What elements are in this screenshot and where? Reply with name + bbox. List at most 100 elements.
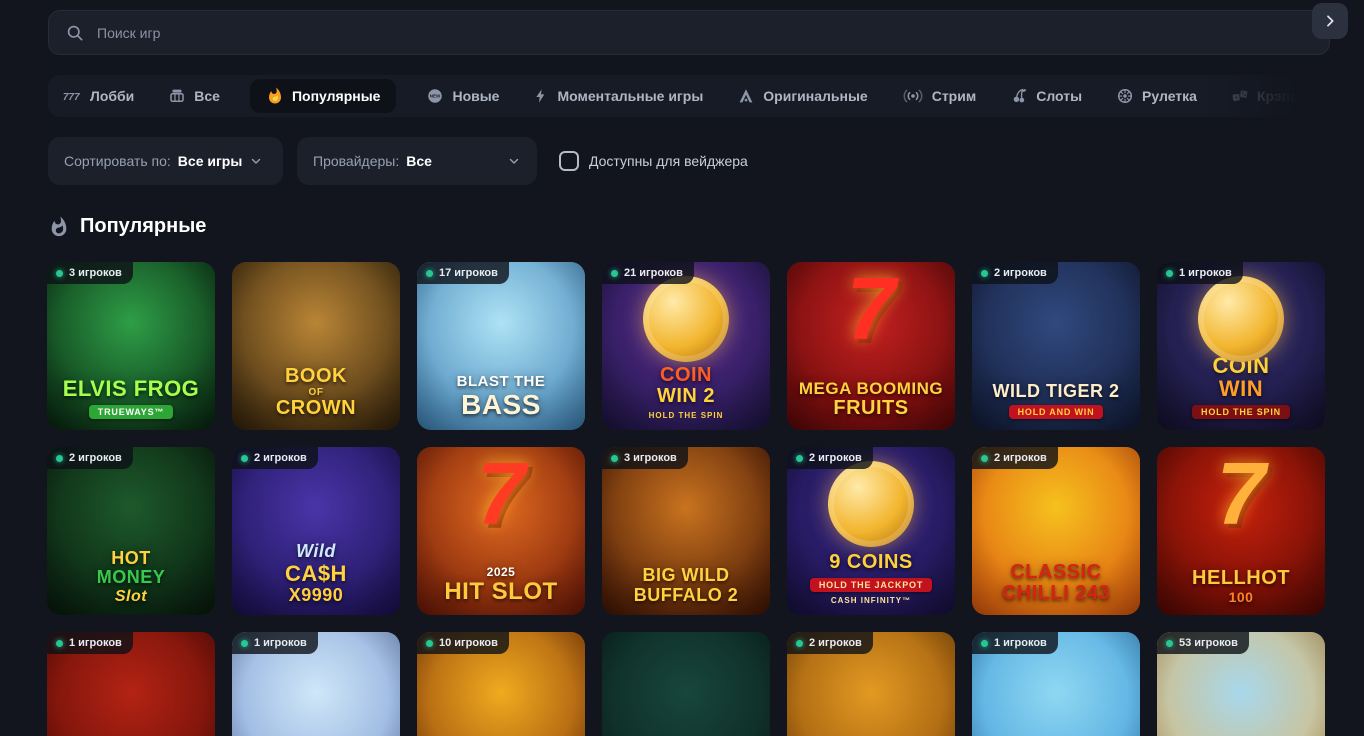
game-title-line: Slot [97, 588, 166, 605]
game-tile[interactable]: FRUITMachine [602, 632, 770, 736]
game-title-line: BIG WILD [634, 566, 739, 585]
players-count: 17 игроков [439, 267, 498, 279]
game-tile[interactable]: MUMMYLAND 10 игроков [417, 632, 585, 736]
players-badge: 10 игроков [417, 632, 509, 654]
online-dot-icon [1166, 640, 1173, 647]
game-art: HOTMONEYSlot [47, 447, 215, 615]
wager-checkbox[interactable] [559, 151, 579, 171]
players-count: 53 игроков [1179, 637, 1238, 649]
game-tile[interactable]: BONANZA 1 игроков [972, 632, 1140, 736]
providers-dropdown[interactable]: Провайдеры: Все [297, 137, 537, 185]
tab-popular[interactable]: Популярные [250, 79, 396, 113]
tab-label: Крэпс [1257, 88, 1298, 104]
game-tile[interactable]: FORTUNE 53 игроков [1157, 632, 1325, 736]
tab-roulette[interactable]: Рулетка [1112, 79, 1201, 113]
players-count: 2 игроков [69, 452, 122, 464]
game-title: HOTMONEYSlot [97, 549, 166, 605]
players-count: 3 игроков [69, 267, 122, 279]
tab-new[interactable]: NEW Новые [422, 79, 503, 113]
chevron-down-icon [507, 154, 521, 168]
game-title: MEGA BOOMINGFRUITS [799, 380, 943, 420]
tab-craps[interactable]: Крэпс [1227, 79, 1302, 113]
tab-instant-games[interactable]: Моментальные игры [529, 79, 707, 113]
coin-motif [1198, 276, 1284, 362]
game-title-line: WIN 2 [649, 386, 724, 408]
game-subtitle-banner: HOLD THE JACKPOT [810, 578, 932, 592]
game-title: CLASSICCHILLI 243 [1002, 562, 1110, 605]
search-bar[interactable] [48, 10, 1330, 55]
tab-slots[interactable]: Слоты [1006, 79, 1086, 113]
filters-row: Сортировать по: Все игры Провайдеры: Все… [48, 137, 748, 185]
sort-value: Все игры [178, 153, 243, 169]
new-badge-icon: NEW [426, 87, 444, 105]
game-tile[interactable]: BIG WILDBUFFALO 2 3 игроков [602, 447, 770, 615]
game-tile[interactable]: 2 игроков [787, 632, 955, 736]
game-title-line: BASS [457, 390, 546, 420]
tab-stream[interactable]: Стрим [898, 79, 980, 113]
svg-text:777: 777 [63, 92, 80, 103]
game-tile[interactable]: WildCA$HX9990 2 игроков [232, 447, 400, 615]
game-title-line: ELVIS FROG [63, 377, 200, 401]
game-title-line: 9 COINS [810, 552, 932, 574]
search-icon [65, 23, 85, 43]
game-tile[interactable]: BLAST THEBASS 17 игроков [417, 262, 585, 430]
wager-checkbox-label: Доступны для вейджера [589, 153, 748, 169]
game-tile[interactable]: COINWIN 2HOLD THE SPIN 21 игроков [602, 262, 770, 430]
search-input[interactable] [97, 25, 1313, 41]
players-count: 1 игроков [994, 637, 1047, 649]
tab-label: Моментальные игры [557, 88, 703, 104]
players-badge: 2 игроков [47, 447, 133, 469]
game-tile[interactable]: ELVIS FROGTRUEWAYS™ 3 игроков [47, 262, 215, 430]
game-tile[interactable]: CLASSICCHILLI 243 2 игроков [972, 447, 1140, 615]
players-badge: 2 игроков [232, 447, 318, 469]
players-badge: 1 игроков [47, 632, 133, 654]
tab-label: Лобби [90, 88, 134, 104]
players-badge: 1 игроков [1157, 262, 1243, 284]
game-title: WildCA$HX9990 [285, 542, 347, 605]
game-tile[interactable]: 7 2025HIT SLOT [417, 447, 585, 615]
online-dot-icon [56, 270, 63, 277]
game-tile[interactable]: COINWINHOLD THE SPIN 1 игроков [1157, 262, 1325, 430]
players-count: 2 игроков [254, 452, 307, 464]
game-title: BIG WILDBUFFALO 2 [634, 566, 739, 605]
players-badge: 3 игроков [602, 447, 688, 469]
game-tile[interactable]: HOTMONEYSlot 2 игроков [47, 447, 215, 615]
chevron-down-icon [249, 154, 263, 168]
tab-originals[interactable]: Оригинальные [733, 79, 871, 113]
players-count: 2 игроков [994, 452, 1047, 464]
sort-dropdown[interactable]: Сортировать по: Все игры [48, 137, 283, 185]
seven-motif: 7 [477, 447, 526, 545]
section-title: Популярные [80, 215, 206, 238]
sort-label: Сортировать по: [64, 153, 171, 169]
game-title-line: 100 [1192, 590, 1290, 605]
game-tile[interactable]: WILD TIGER 2HOLD AND WIN 2 игроков [972, 262, 1140, 430]
game-tile[interactable]: 9 COINSHOLD THE JACKPOTCASH INFINITY™ 2 … [787, 447, 955, 615]
game-tile[interactable]: 7 MEGA BOOMINGFRUITS [787, 262, 955, 430]
roulette-icon [1116, 87, 1134, 105]
wager-checkbox-row[interactable]: Доступны для вейджера [559, 151, 748, 171]
category-tabs: 777 Лобби Все Популярные NEW [48, 75, 1330, 117]
tabs-scroll-right-button[interactable] [1312, 3, 1348, 39]
game-title-line: HOT [97, 549, 166, 568]
slot-machine-icon [168, 87, 186, 105]
online-dot-icon [981, 270, 988, 277]
players-badge: 1 игроков [232, 632, 318, 654]
online-dot-icon [796, 455, 803, 462]
players-count: 2 игроков [809, 637, 862, 649]
tab-label: Популярные [292, 88, 380, 104]
game-title: 9 COINSHOLD THE JACKPOTCASH INFINITY™ [810, 552, 932, 605]
game-art: 7 HELLHOT100 [1157, 447, 1325, 615]
game-art: CLASSICCHILLI 243 [972, 447, 1140, 615]
game-title-line: BUFFALO 2 [634, 586, 739, 605]
players-badge: 53 игроков [1157, 632, 1249, 654]
players-badge: 2 игроков [787, 632, 873, 654]
tab-label: Оригинальные [763, 88, 867, 104]
tab-all[interactable]: Все [164, 79, 224, 113]
tab-lobby[interactable]: 777 Лобби [58, 79, 138, 113]
slots-777-icon: 777 [62, 87, 82, 105]
game-tile[interactable]: Hot 1 игроков [47, 632, 215, 736]
game-tile[interactable]: 7 HELLHOT100 [1157, 447, 1325, 615]
online-dot-icon [426, 640, 433, 647]
game-tile[interactable]: 1 игроков [232, 632, 400, 736]
game-tile[interactable]: BOOKOFCROWN [232, 262, 400, 430]
